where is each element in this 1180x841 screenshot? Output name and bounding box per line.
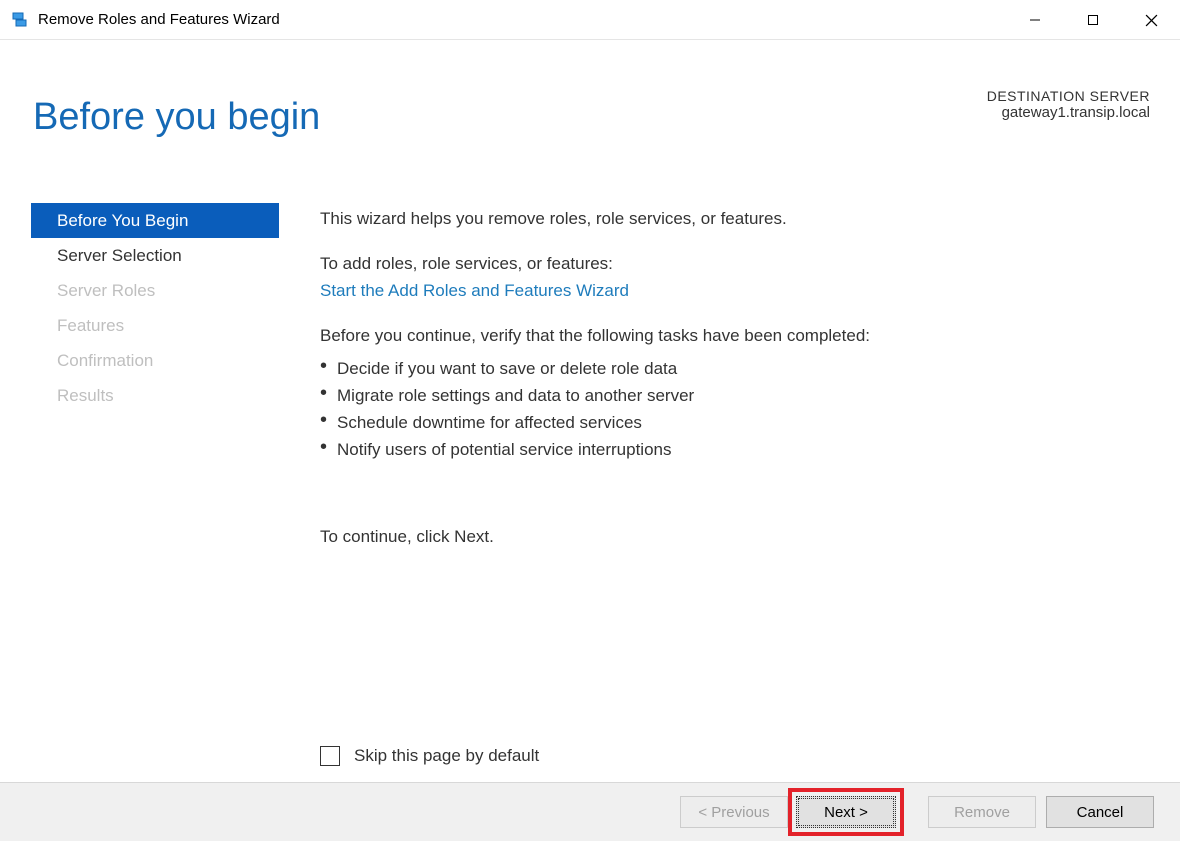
add-roles-link[interactable]: Start the Add Roles and Features Wizard: [320, 277, 1140, 304]
close-button[interactable]: [1122, 0, 1180, 40]
cancel-button[interactable]: Cancel: [1046, 796, 1154, 828]
wizard-steps-sidebar: Before You Begin Server Selection Server…: [31, 203, 279, 413]
intro-text: This wizard helps you remove roles, role…: [320, 205, 1140, 232]
remove-button: Remove: [928, 796, 1036, 828]
nav-button-pair: < Previous Next >: [680, 788, 904, 836]
sidebar-item-features: Features: [31, 308, 279, 343]
main-content: This wizard helps you remove roles, role…: [320, 205, 1140, 568]
list-item: Decide if you want to save or delete rol…: [320, 355, 1140, 382]
next-button[interactable]: Next >: [796, 796, 896, 828]
destination-server-block: DESTINATION SERVER gateway1.transip.loca…: [987, 88, 1150, 121]
sidebar-item-server-selection[interactable]: Server Selection: [31, 238, 279, 273]
list-item: Migrate role settings and data to anothe…: [320, 382, 1140, 409]
maximize-button[interactable]: [1064, 0, 1122, 40]
window-title: Remove Roles and Features Wizard: [38, 11, 280, 28]
task-list: Decide if you want to save or delete rol…: [320, 355, 1140, 463]
continue-text: To continue, click Next.: [320, 523, 1140, 550]
sidebar-item-confirmation: Confirmation: [31, 343, 279, 378]
page-title: Before you begin: [33, 96, 320, 139]
skip-page-checkbox[interactable]: [320, 746, 340, 766]
button-bar: < Previous Next > Remove Cancel: [0, 782, 1180, 841]
destination-server-name: gateway1.transip.local: [987, 104, 1150, 121]
skip-page-row: Skip this page by default: [320, 746, 539, 766]
server-manager-icon: [10, 10, 30, 30]
list-item: Schedule downtime for affected services: [320, 409, 1140, 436]
sidebar-item-results: Results: [31, 378, 279, 413]
titlebar: Remove Roles and Features Wizard: [0, 0, 1180, 40]
minimize-button[interactable]: [1006, 0, 1064, 40]
verify-prompt-text: Before you continue, verify that the fol…: [320, 322, 1140, 349]
window-controls: [1006, 0, 1180, 40]
content-area: Before you begin DESTINATION SERVER gate…: [0, 40, 1180, 780]
previous-button: < Previous: [680, 796, 788, 828]
next-button-highlight: Next >: [788, 788, 904, 836]
destination-server-label: DESTINATION SERVER: [987, 88, 1150, 104]
add-prompt-text: To add roles, role services, or features…: [320, 250, 1140, 277]
sidebar-item-server-roles: Server Roles: [31, 273, 279, 308]
sidebar-item-before-you-begin[interactable]: Before You Begin: [31, 203, 279, 238]
skip-page-label: Skip this page by default: [354, 746, 539, 766]
list-item: Notify users of potential service interr…: [320, 436, 1140, 463]
